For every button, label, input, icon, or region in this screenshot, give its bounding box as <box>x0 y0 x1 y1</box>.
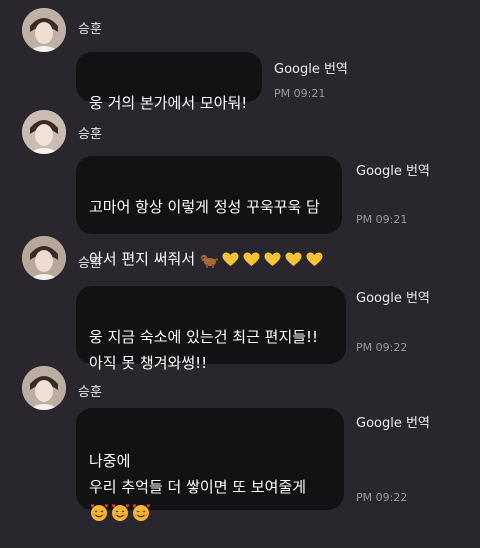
message-bubble[interactable]: 웅 지금 숙소에 있는건 최근 편지들!! 아직 못 챙겨와썽!! <box>76 286 346 372</box>
message-group: 승훈 고마어 항상 이렇게 정성 꾸욱꾸욱 담 아서 편지 써줘서 Google… <box>0 110 480 268</box>
smiling-face-with-hearts-icon <box>131 502 151 522</box>
google-translate-link[interactable]: Google 번역 <box>356 160 430 179</box>
avatar[interactable] <box>22 366 66 410</box>
timestamp: PM 09:22 <box>356 491 408 504</box>
avatar[interactable] <box>22 8 66 52</box>
message-group: 승훈 웅 거의 본가에서 모아둬! Google 번역 PM 09:21 <box>0 8 480 112</box>
message-text: 나중에 우리 추억들 더 쌓이면 또 보여줄게 <box>89 452 307 496</box>
smiling-face-with-hearts-icon <box>89 502 109 522</box>
message-bubble[interactable]: 웅 거의 본가에서 모아둬! <box>76 52 262 112</box>
sender-name: 승훈 <box>78 385 102 400</box>
timestamp: PM 09:21 <box>274 87 326 100</box>
timestamp: PM 09:22 <box>356 341 408 354</box>
google-translate-link[interactable]: Google 번역 <box>356 412 430 431</box>
avatar[interactable] <box>22 236 66 280</box>
message-group: 승훈 나중에 우리 추억들 더 쌓이면 또 보여줄게 Google 번역 PM … <box>0 366 480 521</box>
sender-name: 승훈 <box>78 22 102 37</box>
google-translate-link[interactable]: Google 번역 <box>274 58 348 77</box>
emoji-row <box>89 502 331 522</box>
message-text-line: 고마어 항상 이렇게 정성 꾸욱꾸욱 담 <box>89 198 320 216</box>
message-bubble[interactable]: 나중에 우리 추억들 더 쌓이면 또 보여줄게 <box>76 408 344 521</box>
avatar[interactable] <box>22 110 66 154</box>
message-group: 승훈 웅 지금 숙소에 있는건 최근 편지들!! 아직 못 챙겨와썽!! Goo… <box>0 236 480 372</box>
google-translate-link[interactable]: Google 번역 <box>356 287 430 306</box>
timestamp: PM 09:21 <box>356 213 408 226</box>
sender-name: 승훈 <box>78 256 102 271</box>
smiling-face-with-hearts-icon <box>110 502 130 522</box>
sender-name: 승훈 <box>78 127 102 142</box>
message-bubble[interactable]: 고마어 항상 이렇게 정성 꾸욱꾸욱 담 아서 편지 써줘서 <box>76 156 342 268</box>
